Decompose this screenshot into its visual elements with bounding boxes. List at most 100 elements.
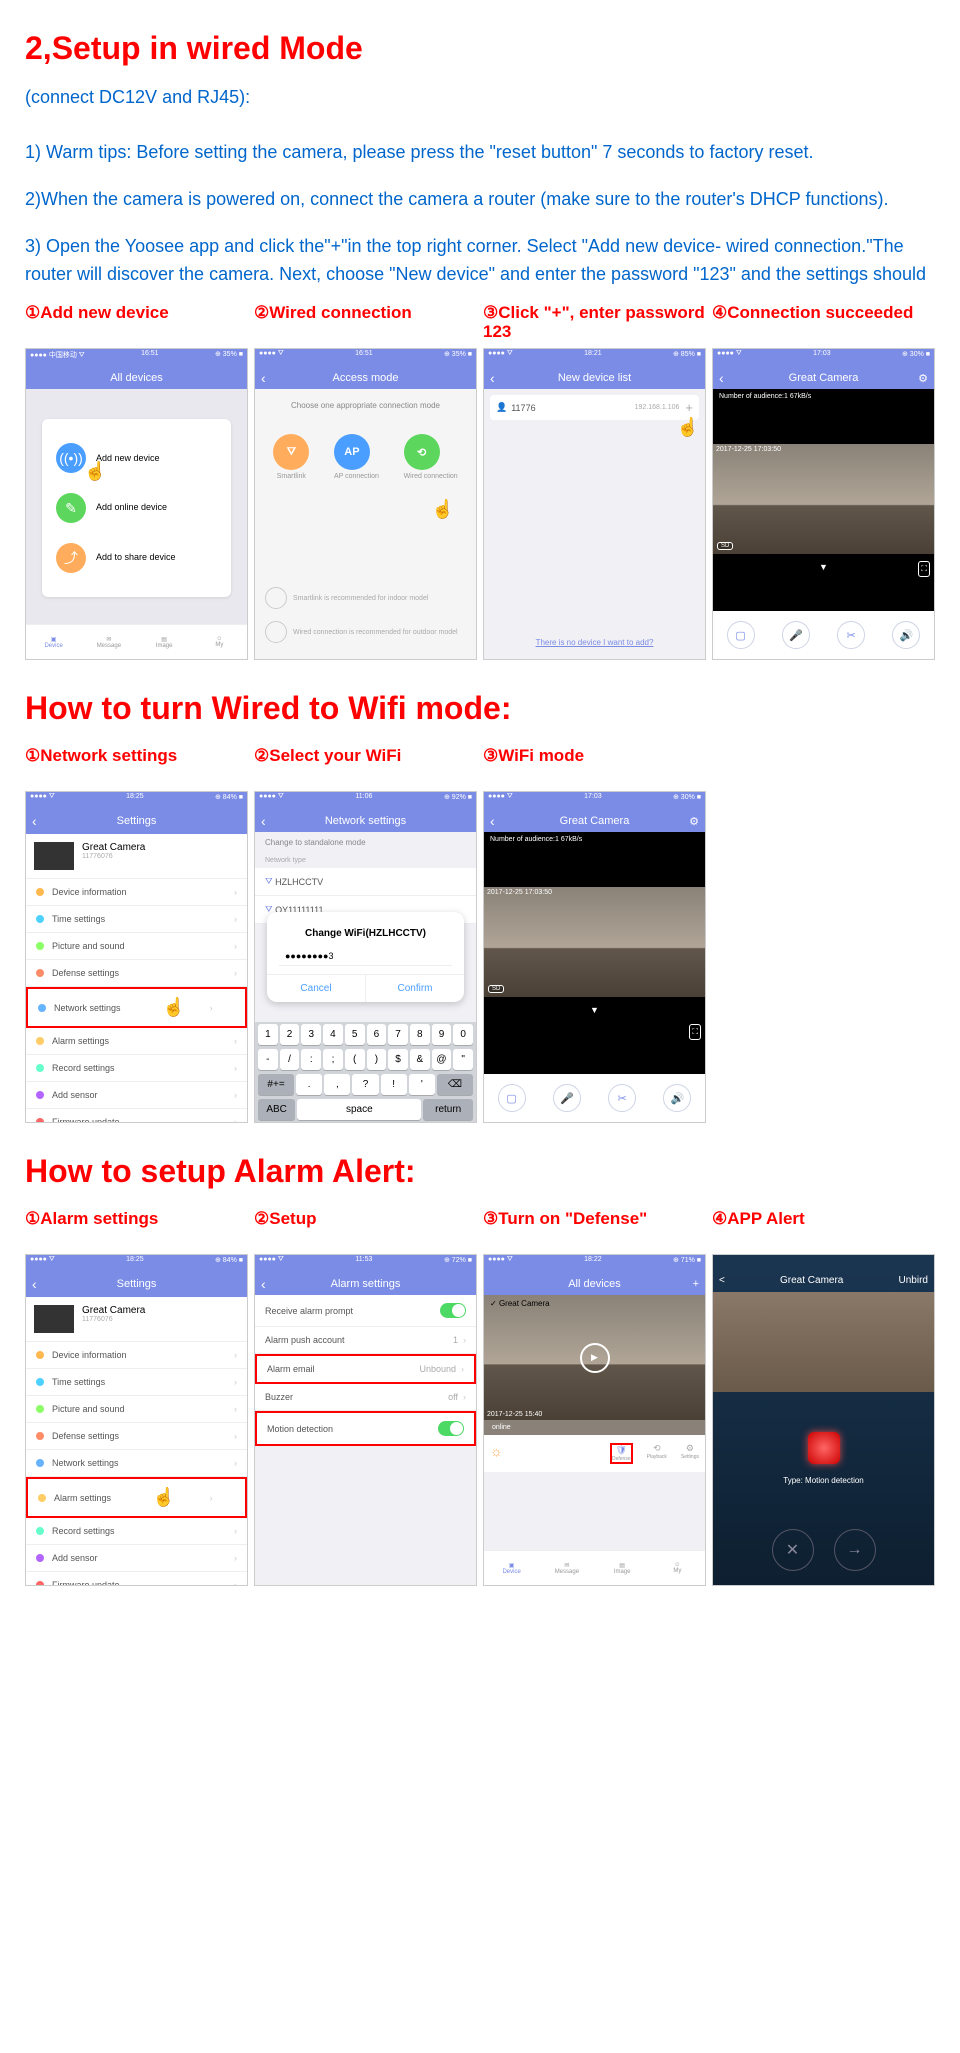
kb-key[interactable]: '	[409, 1074, 435, 1095]
cancel-button[interactable]: Cancel	[267, 975, 365, 1002]
camera-preview[interactable]: ✓ Great Camera 2017-12-25 15:40 ▶	[484, 1295, 705, 1420]
toggle-icon[interactable]	[438, 1421, 464, 1436]
kb-delete[interactable]: ⌫	[437, 1074, 473, 1095]
tab-message[interactable]: ✉Message	[81, 625, 136, 659]
row-record[interactable]: Record settings›	[26, 1518, 247, 1545]
kb-key[interactable]: 0	[453, 1024, 473, 1045]
kb-key[interactable]: (	[345, 1049, 365, 1070]
settings-button[interactable]: ⚙Settings	[681, 1443, 699, 1464]
standalone-link[interactable]: Change to standalone mode	[255, 832, 476, 853]
kb-key[interactable]: 3	[301, 1024, 321, 1045]
kb-key[interactable]: -	[258, 1049, 278, 1070]
kb-key[interactable]: "	[453, 1049, 473, 1070]
wifi-hzlhcctv[interactable]: ⛛ HZLHCCTV	[255, 868, 476, 896]
row-motion-detection[interactable]: Motion detection	[255, 1411, 476, 1446]
gear-icon[interactable]: ⚙	[918, 372, 928, 385]
kb-abc[interactable]: ABC	[258, 1099, 295, 1120]
tab-device[interactable]: ▣Device	[484, 1551, 539, 1585]
kb-key[interactable]: 2	[280, 1024, 300, 1045]
speaker-button[interactable]: 🔊	[663, 1084, 691, 1112]
kb-key[interactable]: !	[381, 1074, 407, 1095]
kb-key[interactable]: &	[410, 1049, 430, 1070]
kb-return[interactable]: return	[423, 1099, 473, 1120]
dismiss-button[interactable]: ✕	[772, 1529, 814, 1571]
row-time[interactable]: Time settings›	[26, 1369, 247, 1396]
add-online-device-item[interactable]: ✎ Add online device	[56, 483, 217, 533]
kb-key[interactable]: ;	[323, 1049, 343, 1070]
kb-key[interactable]: 9	[432, 1024, 452, 1045]
row-record[interactable]: Record settings›	[26, 1055, 247, 1082]
row-alarm[interactable]: Alarm settings›☝	[26, 1477, 247, 1518]
row-firmware[interactable]: Firmware update›	[26, 1572, 247, 1586]
add-share-device-item[interactable]: ⤴ Add to share device	[56, 533, 217, 583]
sd-badge[interactable]: SD	[717, 542, 733, 550]
kb-key[interactable]: $	[388, 1049, 408, 1070]
alert-back[interactable]: <	[719, 1275, 725, 1286]
ap-option[interactable]: APAP connection	[334, 434, 379, 480]
back-icon[interactable]: ‹	[261, 813, 266, 829]
kb-key[interactable]: 8	[410, 1024, 430, 1045]
tab-my[interactable]: ☺My	[192, 625, 247, 659]
tab-my[interactable]: ☺My	[650, 1551, 705, 1585]
kb-space[interactable]: space	[297, 1099, 421, 1120]
alert-unbind[interactable]: Unbird	[899, 1275, 928, 1286]
row-network[interactable]: Network settings›	[26, 1450, 247, 1477]
tab-message[interactable]: ✉Message	[539, 1551, 594, 1585]
row-alarm-email[interactable]: Alarm emailUnbound›	[255, 1354, 476, 1384]
play-icon[interactable]: ▶	[580, 1343, 610, 1373]
row-firmware[interactable]: Firmware update›	[26, 1109, 247, 1123]
kb-key[interactable]: 5	[345, 1024, 365, 1045]
wired-option[interactable]: ⟲Wired connection	[404, 434, 458, 480]
row-defense[interactable]: Defense settings›	[26, 1423, 247, 1450]
row-add-sensor[interactable]: Add sensor›	[26, 1545, 247, 1572]
mic-button[interactable]: 🎤	[553, 1084, 581, 1112]
plus-icon[interactable]: +	[693, 1278, 699, 1290]
confirm-button[interactable]: Confirm	[365, 975, 464, 1002]
back-icon[interactable]: ‹	[719, 370, 724, 386]
row-defense[interactable]: Defense settings›	[26, 960, 247, 987]
snapshot-button[interactable]: ✂	[608, 1084, 636, 1112]
camera-feed[interactable]: 2017-12-25 17:03:50 SD	[713, 444, 934, 554]
back-icon[interactable]: ‹	[490, 813, 495, 829]
kb-key[interactable]: 4	[323, 1024, 343, 1045]
back-icon[interactable]: ‹	[490, 370, 495, 386]
kb-key[interactable]: 6	[367, 1024, 387, 1045]
camera-feed[interactable]: 2017-12-25 17:03:50 SD	[484, 887, 705, 997]
keyboard[interactable]: 1234567890 -/:;()$&@" #+= .,?!' ⌫ ABC sp…	[255, 1022, 476, 1122]
tab-image[interactable]: ▤Image	[137, 625, 192, 659]
password-input[interactable]: ●●●●●●●●3	[279, 947, 452, 966]
kb-key[interactable]: )	[367, 1049, 387, 1070]
back-icon[interactable]: ‹	[261, 370, 266, 386]
smartlink-option[interactable]: ⛛Smartlink	[273, 434, 309, 480]
row-picture-sound[interactable]: Picture and sound›	[26, 1396, 247, 1423]
back-icon[interactable]: ‹	[32, 813, 37, 829]
back-icon[interactable]: ‹	[261, 1276, 266, 1292]
next-button[interactable]: →	[834, 1529, 876, 1571]
snapshot-button[interactable]: ✂	[837, 621, 865, 649]
back-icon[interactable]: ‹	[32, 1276, 37, 1292]
mic-button[interactable]: 🎤	[782, 621, 810, 649]
kb-key[interactable]: @	[432, 1049, 452, 1070]
weather-icon[interactable]: ☼	[490, 1443, 503, 1464]
kb-key[interactable]: 1	[258, 1024, 278, 1045]
tab-device[interactable]: ▣Device	[26, 625, 81, 659]
record-button[interactable]: ▢	[727, 621, 755, 649]
gear-icon[interactable]: ⚙	[689, 815, 699, 828]
kb-symbols[interactable]: #+=	[258, 1074, 294, 1095]
fullscreen-icon[interactable]: ⛶	[918, 561, 930, 577]
defense-button[interactable]: 🛡Defense	[610, 1443, 633, 1464]
row-network[interactable]: Network settings›☝	[26, 987, 247, 1028]
row-add-sensor[interactable]: Add sensor›	[26, 1082, 247, 1109]
tab-image[interactable]: ▤Image	[595, 1551, 650, 1585]
row-receive-prompt[interactable]: Receive alarm prompt	[255, 1295, 476, 1327]
add-new-device-item[interactable]: ((•)) Add new device ☝	[56, 433, 217, 483]
row-buzzer[interactable]: Buzzeroff›	[255, 1384, 476, 1411]
kb-key[interactable]: ,	[324, 1074, 350, 1095]
row-device-info[interactable]: Device information›	[26, 879, 247, 906]
row-device-info[interactable]: Device information›	[26, 1342, 247, 1369]
kb-key[interactable]: 7	[388, 1024, 408, 1045]
kb-key[interactable]: .	[296, 1074, 322, 1095]
row-push-account[interactable]: Alarm push account1›	[255, 1327, 476, 1354]
kb-key[interactable]: :	[301, 1049, 321, 1070]
toggle-icon[interactable]	[440, 1303, 466, 1318]
